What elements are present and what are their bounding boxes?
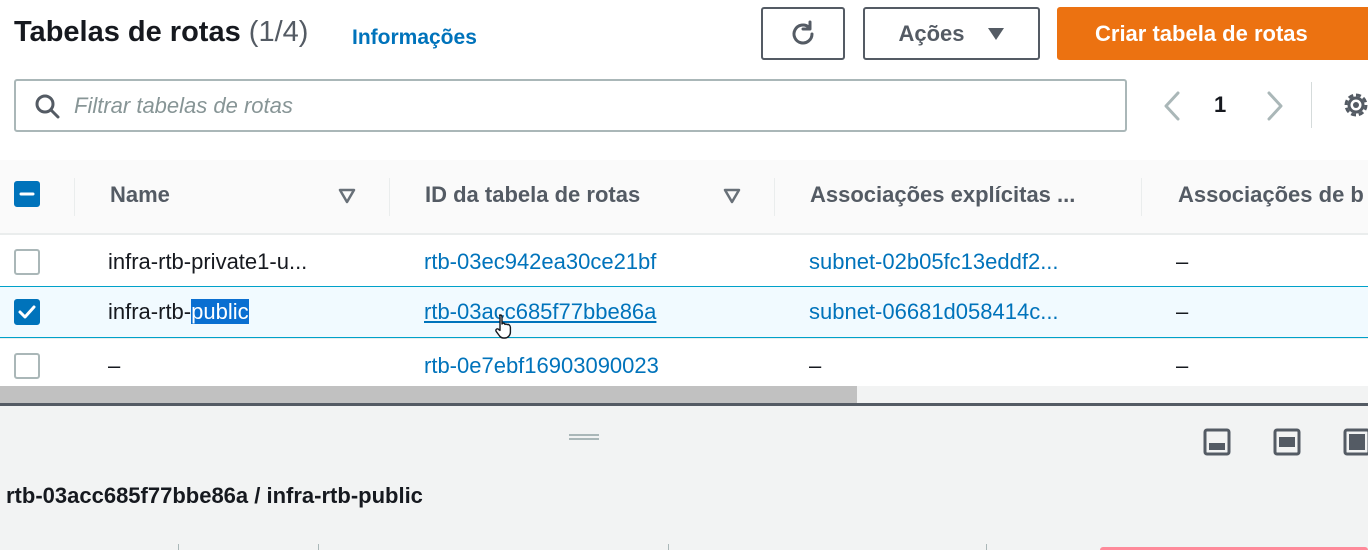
panel-full-layout-icon[interactable]: [1343, 428, 1368, 456]
detail-panel: rtb-03acc685f77bbe86a / infra-rtb-public: [0, 406, 1368, 550]
route-table-id-link[interactable]: rtb-0e7ebf16903090023: [424, 353, 659, 379]
search-field[interactable]: [14, 79, 1127, 132]
column-header-name[interactable]: Name: [110, 182, 170, 208]
route-table-name: –: [108, 353, 121, 378]
caret-down-icon: [987, 27, 1004, 40]
scrollbar-thumb[interactable]: [0, 386, 857, 403]
pointer-cursor-icon: [495, 314, 512, 339]
actions-dropdown-button[interactable]: Ações: [863, 7, 1040, 60]
subnet-link[interactable]: subnet-02b05fc13eddf2...: [809, 249, 1059, 275]
column-header-route-table-id[interactable]: ID da tabela de rotas: [425, 182, 640, 208]
route-table-name: infra-rtb-public: [108, 299, 249, 325]
table-row[interactable]: infra-rtb-public rtb-03acc685f77bbe86a s…: [0, 286, 1368, 338]
table-header: Name ID da tabela de rotas Associações e…: [0, 160, 1368, 234]
name-highlighted-text: public: [191, 299, 249, 324]
select-all-checkbox[interactable]: [14, 181, 40, 207]
column-divider: [389, 178, 390, 216]
minus-icon: [19, 192, 35, 196]
tab-divider: [986, 544, 987, 550]
panel-side-layout-icon[interactable]: [1273, 428, 1301, 456]
panel-bottom-layout-icon[interactable]: [1203, 428, 1231, 456]
explicit-associations-value: –: [809, 353, 822, 378]
horizontal-scrollbar[interactable]: [0, 386, 1368, 403]
route-table-id-link[interactable]: rtb-03ec942ea30ce21bf: [424, 249, 656, 275]
selection-count: (1/4): [248, 16, 309, 48]
search-icon: [35, 94, 60, 118]
row-checkbox[interactable]: [14, 353, 40, 379]
column-divider: [774, 178, 775, 216]
column-divider: [1141, 178, 1142, 216]
search-input[interactable]: [74, 92, 974, 119]
info-link[interactable]: Informações: [352, 26, 477, 50]
refresh-button[interactable]: [761, 7, 845, 60]
route-table-id-link[interactable]: rtb-03acc685f77bbe86a: [424, 299, 656, 325]
column-header-edge-associations[interactable]: Associações de b: [1178, 182, 1364, 208]
current-page-number[interactable]: 1: [1214, 92, 1226, 118]
tab-divider: [668, 544, 669, 550]
edge-associations-value: –: [1176, 353, 1189, 378]
row-checkbox[interactable]: [14, 249, 40, 275]
page-title-text: Tabelas de rotas: [14, 16, 241, 48]
name-prefix: infra-rtb-: [108, 299, 192, 324]
column-header-explicit-associations[interactable]: Associações explícitas ...: [810, 182, 1075, 208]
route-table-name: infra-rtb-private1-u...: [108, 249, 308, 274]
refresh-icon: [792, 20, 814, 44]
subnet-link[interactable]: subnet-06681d058414c...: [809, 299, 1059, 325]
page-header: Tabelas de rotas (1/4) Informações Ações…: [0, 0, 1368, 160]
table-row[interactable]: – rtb-0e7ebf16903090023 – –: [0, 338, 1368, 386]
chevron-left-icon[interactable]: [1160, 90, 1184, 122]
detail-title: rtb-03acc685f77bbe86a / infra-rtb-public: [6, 483, 423, 508]
tab-divider: [318, 544, 319, 550]
create-route-table-button[interactable]: Criar tabela de rotas: [1057, 7, 1368, 60]
check-icon: [18, 305, 36, 319]
sort-caret-icon[interactable]: [338, 188, 356, 204]
gear-icon[interactable]: [1340, 89, 1368, 121]
column-divider: [74, 178, 75, 216]
pagination-divider: [1311, 82, 1312, 128]
page-title: Tabelas de rotas (1/4): [14, 16, 308, 49]
edge-associations-value: –: [1176, 249, 1189, 274]
route-tables-table: Name ID da tabela de rotas Associações e…: [0, 160, 1368, 386]
actions-label: Ações: [898, 20, 965, 46]
edge-associations-value: –: [1176, 299, 1189, 324]
drag-handle-icon[interactable]: [568, 433, 600, 441]
row-checkbox[interactable]: [14, 299, 40, 325]
table-row[interactable]: infra-rtb-private1-u... rtb-03ec942ea30c…: [0, 234, 1368, 286]
chevron-right-icon[interactable]: [1263, 90, 1287, 122]
sort-caret-icon[interactable]: [723, 188, 741, 204]
tab-divider: [178, 544, 179, 550]
